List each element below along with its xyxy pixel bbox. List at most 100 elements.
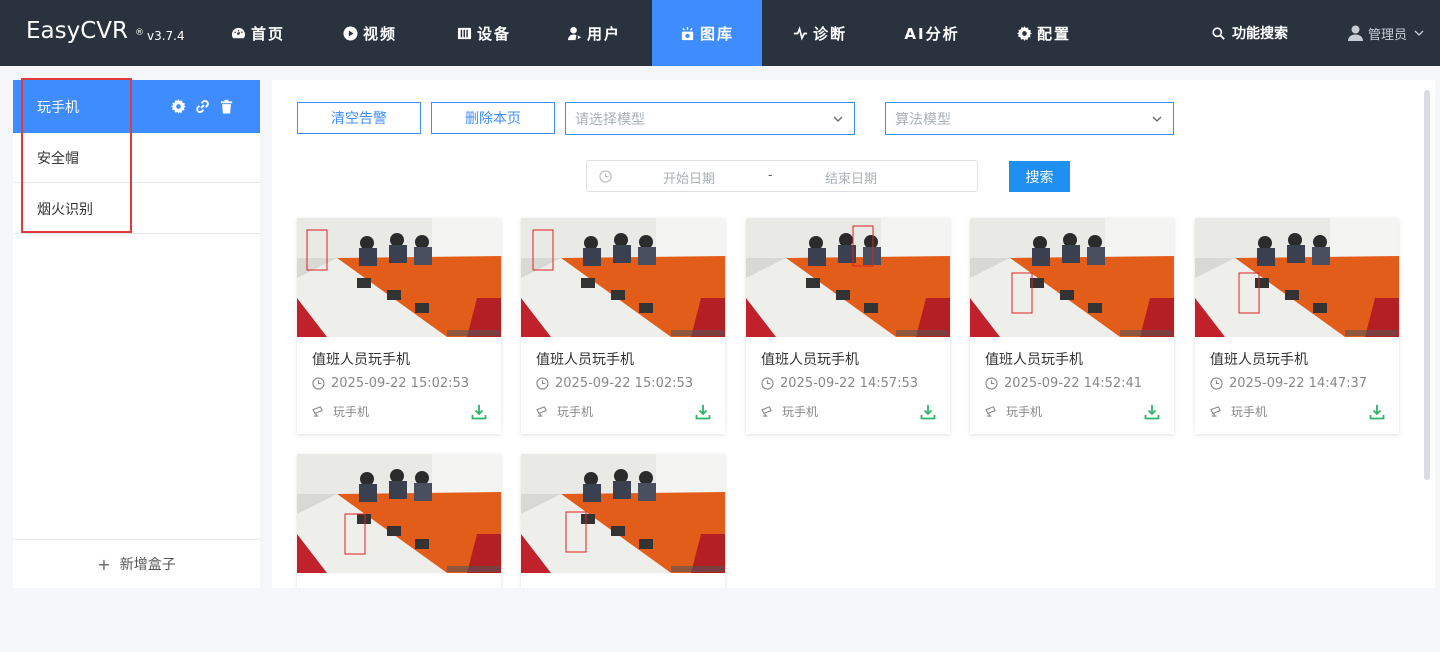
- card-time-text: 2025-09-22 14:47:37: [1229, 376, 1368, 391]
- card-time-text: 2025-09-22 14:52:41: [1004, 376, 1143, 391]
- feature-search-button[interactable]: 功能搜索: [1212, 0, 1288, 66]
- chevron-down-icon: [833, 116, 843, 122]
- alarm-card[interactable]: [297, 454, 501, 588]
- download-icon[interactable]: [471, 404, 487, 420]
- nav-video[interactable]: 视频: [330, 0, 410, 66]
- nav-gallery[interactable]: 图库: [652, 0, 762, 66]
- model-select[interactable]: 请选择模型: [565, 102, 855, 135]
- clock-icon: [985, 377, 998, 390]
- alarm-card[interactable]: [521, 454, 725, 588]
- card-time-text: 2025-09-22 15:02:53: [555, 376, 694, 391]
- gallery-icon: [681, 26, 694, 40]
- card-tag: 玩手机: [761, 403, 818, 420]
- card-time: 2025-09-22 15:02:53: [536, 376, 693, 391]
- date-range-separator: -: [768, 168, 773, 183]
- pulse-icon: [793, 25, 808, 41]
- download-icon[interactable]: [920, 404, 936, 420]
- card-time: 2025-09-22 15:02:53: [312, 376, 469, 391]
- alarm-card[interactable]: 值班人员玩手机 2025-09-22 14:52:41 玩手机: [970, 218, 1174, 434]
- alarm-card[interactable]: 值班人员玩手机 2025-09-22 14:57:53 玩手机: [746, 218, 950, 434]
- download-icon[interactable]: [1369, 404, 1385, 420]
- download-icon[interactable]: [1144, 404, 1160, 420]
- nav-device[interactable]: 设备: [444, 0, 524, 66]
- snapshot-image[interactable]: [1195, 218, 1399, 337]
- snapshot-image[interactable]: [297, 218, 501, 337]
- snapshot-image[interactable]: [746, 218, 950, 337]
- gallery-panel: 清空告警 删除本页 请选择模型 算法模型 开始日期 - 结束日期 搜索 值班人员…: [272, 80, 1435, 588]
- download-icon[interactable]: [695, 404, 711, 420]
- card-tag: 玩手机: [985, 403, 1042, 420]
- card-tag-text: 玩手机: [782, 405, 819, 419]
- dashboard-icon: [231, 27, 245, 38]
- gear-icon: [1016, 25, 1032, 41]
- camera-icon: [985, 406, 996, 417]
- card-time: 2025-09-22 14:47:37: [1210, 376, 1367, 391]
- snapshot-image[interactable]: [970, 218, 1174, 337]
- delete-page-button[interactable]: 删除本页: [431, 102, 555, 134]
- user-icon: [567, 26, 582, 40]
- clock-icon: [761, 377, 774, 390]
- page-footer-band: [0, 600, 1440, 652]
- date-range-picker[interactable]: 开始日期 - 结束日期: [586, 160, 978, 192]
- clock-icon: [599, 170, 612, 183]
- card-title: 值班人员玩手机: [312, 352, 410, 368]
- chevron-down-icon: [1414, 30, 1424, 36]
- clock-icon: [536, 377, 549, 390]
- camera-icon: [312, 406, 323, 417]
- sidebar-item-tools: [171, 99, 234, 114]
- app-logo: EasyCVR: [26, 18, 128, 44]
- app-version: ® v3.7.4: [135, 28, 185, 43]
- sidebar-item-helmet[interactable]: 安全帽: [13, 133, 260, 183]
- card-title: 值班人员玩手机: [985, 352, 1083, 368]
- start-date-input[interactable]: 开始日期: [663, 168, 715, 187]
- search-icon: [1212, 26, 1225, 40]
- alarm-card[interactable]: 值班人员玩手机 2025-09-22 15:02:53 玩手机: [297, 218, 501, 434]
- card-tag-text: 玩手机: [333, 405, 370, 419]
- nav-user[interactable]: 用户: [554, 0, 634, 66]
- end-date-input[interactable]: 结束日期: [825, 168, 877, 187]
- play-circle-icon: [343, 25, 358, 41]
- card-title: 值班人员玩手机: [761, 352, 859, 368]
- card-time-text: 2025-09-22 14:57:53: [780, 376, 919, 391]
- card-time: 2025-09-22 14:57:53: [761, 376, 918, 391]
- card-time: 2025-09-22 14:52:41: [985, 376, 1142, 391]
- camera-icon: [536, 406, 547, 417]
- link-icon[interactable]: [195, 99, 210, 114]
- trash-icon[interactable]: [219, 99, 234, 114]
- camera-icon: [1210, 406, 1221, 417]
- nav-config[interactable]: 配置: [1004, 0, 1084, 66]
- nav-home[interactable]: 首页: [218, 0, 298, 66]
- card-title: 值班人员玩手机: [536, 352, 634, 368]
- snapshot-image[interactable]: [521, 454, 725, 573]
- search-button[interactable]: 搜索: [1009, 161, 1070, 192]
- clear-alarm-button[interactable]: 清空告警: [297, 102, 421, 134]
- card-tag-text: 玩手机: [1231, 405, 1268, 419]
- scrollbar-thumb[interactable]: [1424, 90, 1430, 480]
- nav-diagnose[interactable]: 诊断: [780, 0, 860, 66]
- card-tag: 玩手机: [536, 403, 593, 420]
- nav-ai-analysis[interactable]: AI分析: [892, 0, 972, 66]
- user-menu[interactable]: 管理员: [1348, 0, 1429, 66]
- card-time-text: 2025-09-22 15:02:53: [331, 376, 470, 391]
- clock-icon: [312, 377, 325, 390]
- gear-icon[interactable]: [171, 99, 186, 114]
- box-sidebar: 玩手机 安全帽 烟火识别 + 新增盒子: [13, 80, 260, 588]
- snapshot-image[interactable]: [297, 454, 501, 573]
- top-navbar: EasyCVR ® v3.7.4 首页 视频 设备 用户 图库 诊断 AI分析 配…: [0, 0, 1440, 66]
- add-box-button[interactable]: + 新增盒子: [13, 539, 260, 588]
- card-tag: 玩手机: [1210, 403, 1267, 420]
- avatar-icon: [1348, 25, 1363, 41]
- snapshot-image[interactable]: [521, 218, 725, 337]
- alarm-card[interactable]: 值班人员玩手机 2025-09-22 14:47:37 玩手机: [1195, 218, 1399, 434]
- card-tag-text: 玩手机: [1006, 405, 1043, 419]
- sidebar-item-fire[interactable]: 烟火识别: [13, 184, 260, 234]
- camera-icon: [761, 406, 772, 417]
- device-icon: [457, 27, 472, 39]
- card-title: 值班人员玩手机: [1210, 352, 1308, 368]
- clock-icon: [1210, 377, 1223, 390]
- chevron-down-icon: [1152, 116, 1162, 122]
- algorithm-model-select[interactable]: 算法模型: [885, 102, 1174, 135]
- sidebar-item-phone[interactable]: 玩手机: [13, 80, 260, 133]
- alarm-card[interactable]: 值班人员玩手机 2025-09-22 15:02:53 玩手机: [521, 218, 725, 434]
- card-tag: 玩手机: [312, 403, 369, 420]
